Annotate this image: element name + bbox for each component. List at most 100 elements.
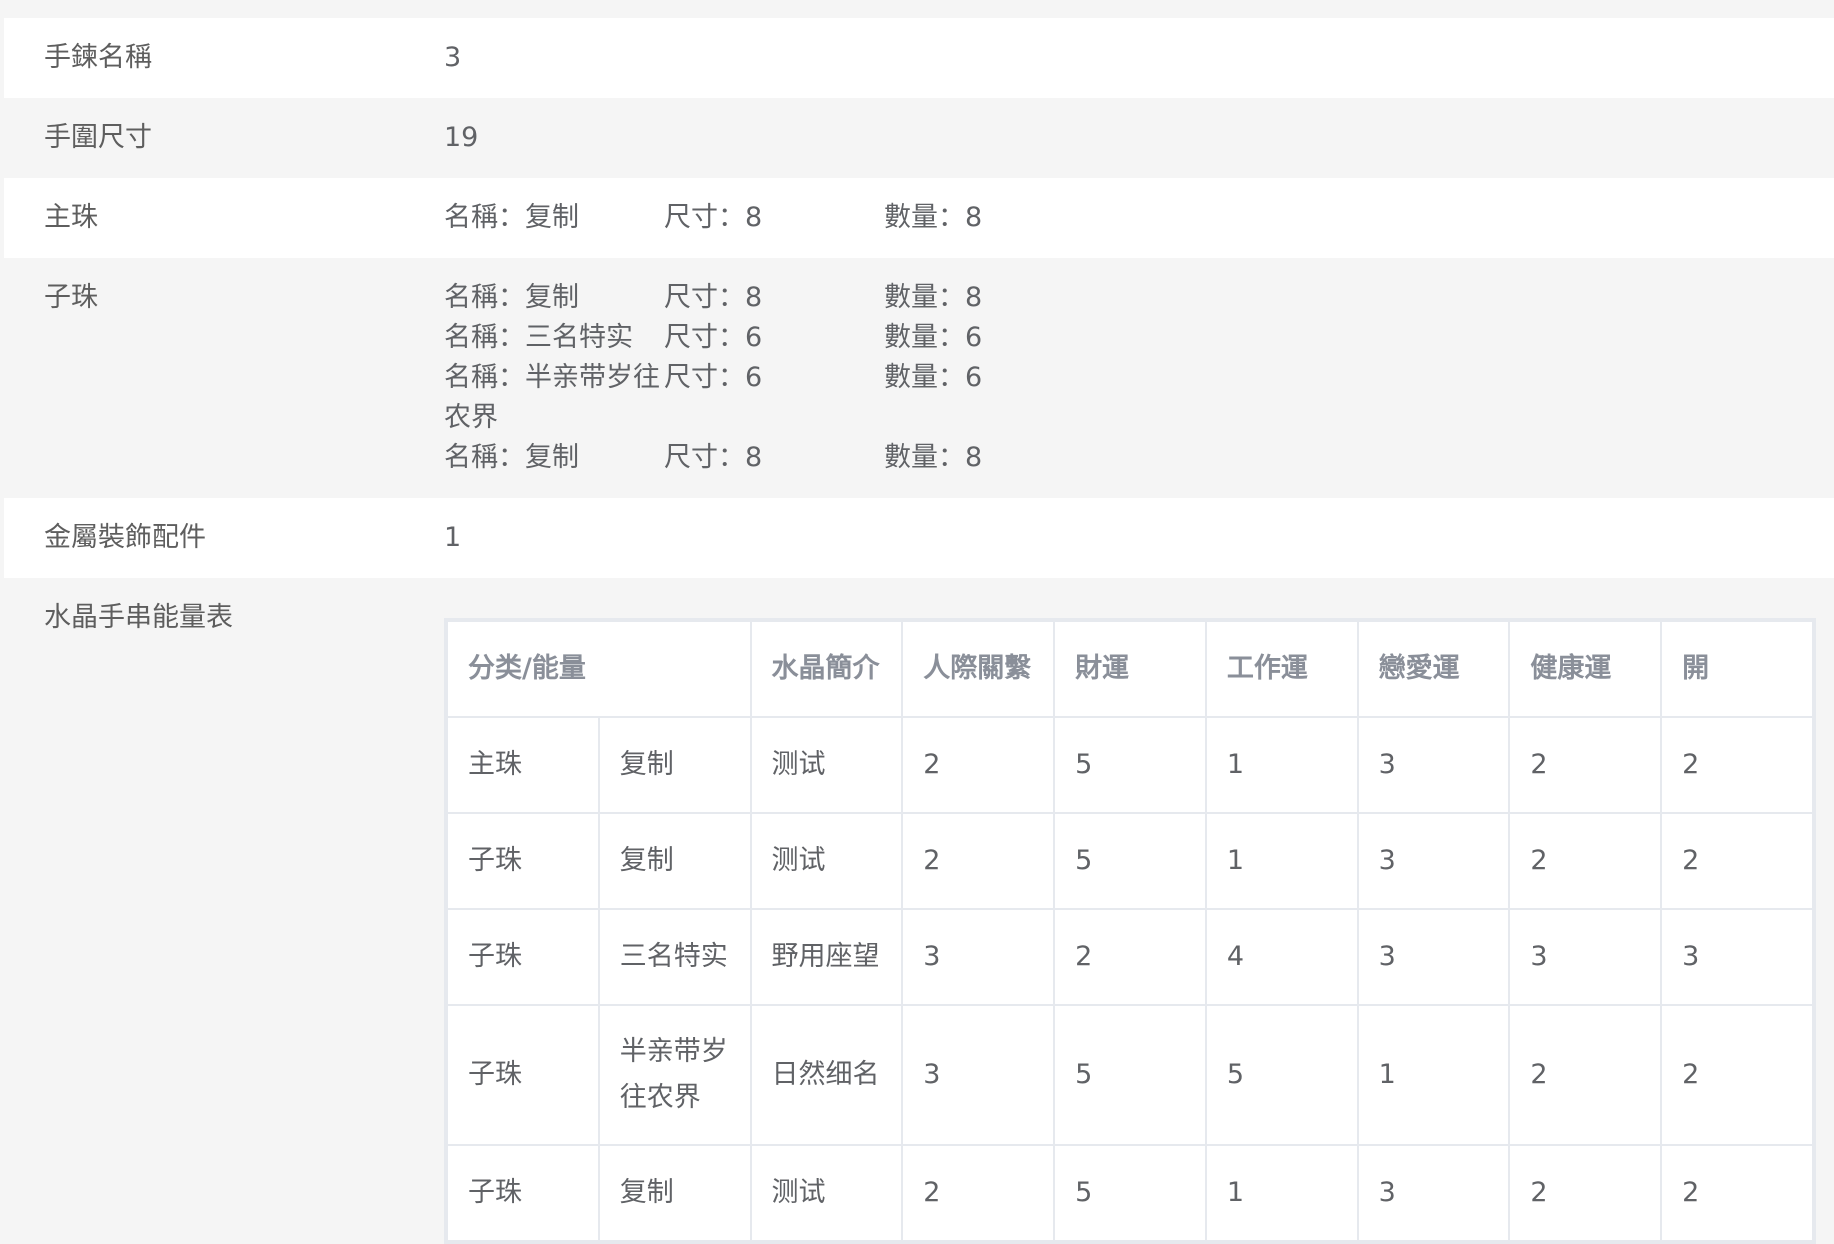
cell-category: 子珠 (446, 812, 600, 910)
cell-intro: 测试 (749, 812, 904, 910)
cell-love: 1 (1356, 1004, 1511, 1146)
bead-size: 尺寸：8 (664, 202, 763, 233)
header-category: 分类/能量 (446, 620, 752, 718)
cell-wealth: 5 (1053, 1004, 1207, 1146)
cell-intro: 野用座望 (749, 908, 904, 1006)
bead-name: 名稱：半亲带岁往农界 (444, 362, 660, 433)
top-strip (0, 0, 1834, 18)
bead-item: 名稱：三名特实 尺寸：6 數量：6 (444, 318, 1084, 358)
cell-truncated: 2 (1660, 1144, 1814, 1242)
bead-size: 尺寸：6 (664, 362, 763, 393)
energy-table-label: 水晶手串能量表 (44, 602, 233, 633)
cell-name: 复制 (597, 812, 752, 910)
sub-bead-label: 子珠 (44, 282, 98, 313)
cell-wealth: 5 (1053, 716, 1207, 814)
cell-truncated: 2 (1660, 716, 1814, 814)
cell-health: 3 (1508, 908, 1663, 1006)
cell-truncated: 2 (1660, 812, 1814, 910)
cell-relationship: 2 (901, 812, 1056, 910)
cell-health: 2 (1508, 716, 1663, 814)
table-row: 子珠 三名特实 野用座望 3 2 4 3 3 3 (446, 908, 1814, 1006)
table-row: 子珠 复制 测试 2 5 1 3 2 2 (446, 1144, 1814, 1242)
cell-relationship: 2 (901, 1144, 1056, 1242)
cell-name: 复制 (597, 716, 752, 814)
cell-category: 子珠 (446, 1004, 600, 1146)
bead-size: 尺寸：8 (664, 442, 763, 473)
cell-relationship: 2 (901, 716, 1056, 814)
cell-truncated: 3 (1660, 908, 1814, 1006)
header-intro: 水晶簡介 (749, 620, 904, 718)
energy-table: 分类/能量 水晶簡介 人際關繫 財運 工作運 戀愛運 健康運 開 主珠 复制 测 (446, 620, 1814, 1242)
bead-qty: 數量：8 (884, 442, 983, 473)
main-bead-label: 主珠 (44, 202, 98, 233)
cell-intro: 测试 (749, 1144, 904, 1242)
table-row: 主珠 复制 测试 2 5 1 3 2 2 (446, 716, 1814, 814)
header-career: 工作運 (1204, 620, 1359, 718)
sub-bead-list: 名稱：复制 尺寸：8 數量：8 名稱：三名特实 尺寸：6 數量：6 名稱：半亲带… (444, 278, 1084, 478)
energy-table-scroll[interactable]: 分类/能量 水晶簡介 人際關繫 財運 工作運 戀愛運 健康運 開 主珠 复制 测 (444, 618, 1816, 1244)
bead-qty: 數量：6 (884, 322, 983, 353)
main-bead-row: 主珠 名稱：复制 尺寸：8 數量：8 (4, 178, 1834, 258)
cell-intro: 测试 (749, 716, 904, 814)
cell-career: 1 (1204, 812, 1359, 910)
cell-love: 3 (1356, 716, 1511, 814)
cell-career: 4 (1204, 908, 1359, 1006)
bead-qty: 數量：6 (884, 362, 983, 393)
bead-qty: 數量：8 (884, 282, 983, 313)
cell-name: 三名特实 (597, 908, 752, 1006)
bead-name: 名稱：复制 (444, 442, 579, 473)
table-header-row: 分类/能量 水晶簡介 人際關繫 財運 工作運 戀愛運 健康運 開 (446, 620, 1814, 718)
cell-intro: 日然细名 (749, 1004, 904, 1146)
wrist-size-row: 手圍尺寸 19 (4, 98, 1834, 178)
cell-name: 半亲带岁往农界 (597, 1004, 752, 1146)
bead-item: 名稱：复制 尺寸：8 數量：8 (444, 278, 1084, 318)
cell-wealth: 5 (1053, 1144, 1207, 1242)
header-wealth: 財運 (1053, 620, 1207, 718)
cell-name: 复制 (597, 1144, 752, 1242)
cell-love: 3 (1356, 908, 1511, 1006)
cell-career: 1 (1204, 716, 1359, 814)
header-love: 戀愛運 (1356, 620, 1511, 718)
header-relationship: 人際關繫 (901, 620, 1056, 718)
cell-career: 5 (1204, 1004, 1359, 1146)
cell-health: 2 (1508, 812, 1663, 910)
bead-item: 名稱：半亲带岁往农界 尺寸：6 數量：6 (444, 358, 1084, 438)
header-health: 健康運 (1508, 620, 1663, 718)
cell-category: 子珠 (446, 1144, 600, 1242)
cell-category: 子珠 (446, 908, 600, 1006)
bead-name: 名稱：复制 (444, 202, 579, 233)
cell-career: 1 (1204, 1144, 1359, 1242)
wrist-size-label: 手圍尺寸 (44, 122, 152, 153)
energy-table-row: 水晶手串能量表 分类/能量 水晶簡介 人際關繫 財運 工作運 戀愛運 健康運 開… (4, 578, 1834, 1244)
metal-label: 金屬裝飾配件 (44, 522, 206, 553)
wrist-size-value: 19 (444, 122, 479, 153)
bead-size: 尺寸：6 (664, 322, 763, 353)
bead-name: 名稱：复制 (444, 282, 579, 313)
cell-love: 3 (1356, 1144, 1511, 1242)
table-row: 子珠 复制 测试 2 5 1 3 2 2 (446, 812, 1814, 910)
metal-row: 金屬裝飾配件 1 (4, 498, 1834, 578)
bracelet-name-value: 3 (444, 42, 462, 73)
bead-size: 尺寸：8 (664, 282, 763, 313)
bead-item: 名稱：复制 尺寸：8 數量：8 (444, 438, 1084, 478)
header-truncated: 開 (1660, 620, 1814, 718)
bead-item: 名稱：复制 尺寸：8 數量：8 (444, 198, 1084, 238)
cell-health: 2 (1508, 1004, 1663, 1146)
bracelet-name-label: 手鍊名稱 (44, 42, 152, 73)
cell-relationship: 3 (901, 908, 1056, 1006)
bead-qty: 數量：8 (884, 202, 983, 233)
cell-wealth: 5 (1053, 812, 1207, 910)
main-bead-list: 名稱：复制 尺寸：8 數量：8 (444, 198, 1084, 238)
bracelet-name-row: 手鍊名稱 3 (4, 18, 1834, 98)
cell-relationship: 3 (901, 1004, 1056, 1146)
table-row: 子珠 半亲带岁往农界 日然细名 3 5 5 1 2 2 (446, 1004, 1814, 1146)
sub-bead-row: 子珠 名稱：复制 尺寸：8 數量：8 名稱：三名特实 尺寸：6 數量：6 名稱：… (4, 258, 1834, 498)
metal-value: 1 (444, 522, 462, 553)
cell-truncated: 2 (1660, 1004, 1814, 1146)
cell-health: 2 (1508, 1144, 1663, 1242)
cell-category: 主珠 (446, 716, 600, 814)
cell-wealth: 2 (1053, 908, 1207, 1006)
bracelet-detail-page: 手鍊名稱 3 手圍尺寸 19 主珠 名稱：复制 尺寸：8 數量：8 子珠 名稱：… (0, 0, 1834, 1244)
bead-name: 名稱：三名特实 (444, 322, 633, 353)
cell-love: 3 (1356, 812, 1511, 910)
